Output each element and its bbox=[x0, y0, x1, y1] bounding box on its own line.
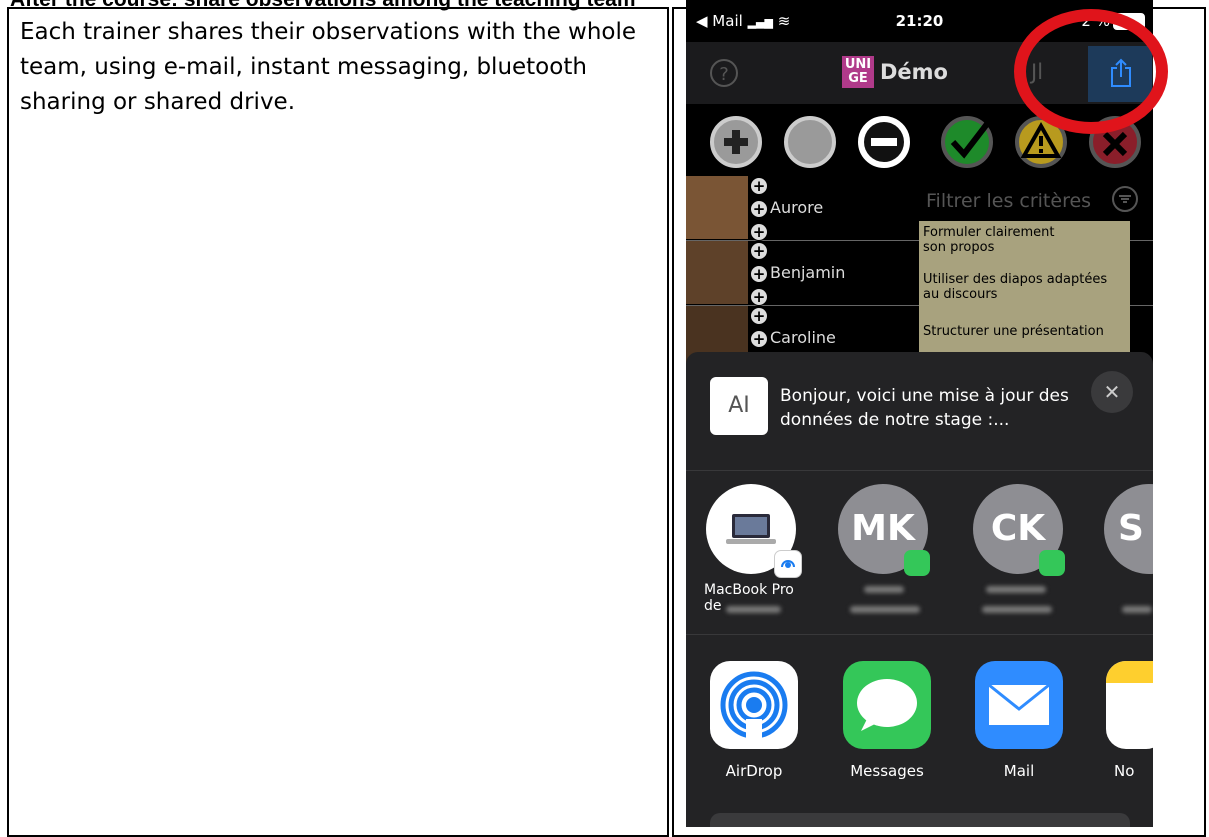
app-label: Mail bbox=[1003, 762, 1035, 780]
plus-icon[interactable]: + bbox=[750, 330, 768, 348]
plus-icon[interactable]: + bbox=[750, 177, 768, 195]
student-name: Caroline bbox=[770, 328, 836, 347]
divider bbox=[686, 634, 1153, 635]
share-sheet: AI Bonjour, voici une mise à jour des do… bbox=[686, 352, 1153, 827]
plus-buttons: + + + bbox=[750, 242, 768, 311]
contact-macbook[interactable] bbox=[706, 484, 802, 578]
airdrop-badge-icon bbox=[774, 550, 802, 578]
redacted-text bbox=[986, 586, 1046, 593]
minus-circle-icon[interactable] bbox=[858, 116, 910, 168]
description-text: Each trainer shares their observations w… bbox=[20, 19, 637, 115]
check-icon[interactable] bbox=[941, 116, 993, 168]
criteria-filter-input[interactable]: Filtrer les critères bbox=[926, 190, 1091, 212]
circle-icon[interactable] bbox=[784, 116, 836, 168]
avatar bbox=[686, 176, 748, 239]
criterion-label[interactable]: Formuler clairement son propos bbox=[923, 225, 1054, 255]
criteria-column: Formuler clairement son propos Utiliser d… bbox=[919, 221, 1130, 356]
plus-icon[interactable]: + bbox=[750, 200, 768, 218]
criterion-label[interactable]: Structurer une présentation bbox=[923, 324, 1104, 339]
app-label: Messages bbox=[850, 762, 924, 780]
messages-app-icon[interactable] bbox=[843, 661, 931, 749]
filter-icon[interactable] bbox=[1112, 186, 1138, 212]
criterion-label[interactable]: Utiliser des diapos adaptées au discours bbox=[923, 272, 1107, 302]
contact-initials: S bbox=[1118, 508, 1144, 549]
plus-icon[interactable]: + bbox=[750, 307, 768, 325]
plus-icon[interactable]: + bbox=[750, 288, 768, 306]
redacted-text bbox=[1122, 606, 1152, 613]
plus-icon[interactable]: + bbox=[750, 242, 768, 260]
text-document-icon: AI bbox=[710, 377, 768, 435]
action-row[interactable] bbox=[710, 813, 1130, 827]
unige-logo: UNI GE bbox=[842, 56, 874, 88]
avatar bbox=[686, 241, 748, 304]
highlight-ring bbox=[1014, 9, 1168, 134]
message-badge-icon bbox=[904, 550, 930, 576]
app-label: No bbox=[1114, 762, 1135, 780]
student-name: Aurore bbox=[770, 198, 824, 217]
redacted-text bbox=[864, 586, 904, 593]
contact-mk[interactable]: MK bbox=[838, 484, 930, 576]
help-icon[interactable]: ? bbox=[710, 59, 738, 87]
divider bbox=[686, 470, 1153, 471]
share-preview-text: Bonjour, voici une mise à jour des donné… bbox=[780, 386, 1069, 430]
plus-circle-icon[interactable] bbox=[710, 116, 762, 168]
airdrop-app-icon[interactable] bbox=[710, 661, 798, 749]
mail-app-icon[interactable] bbox=[975, 661, 1063, 749]
notes-app-icon[interactable] bbox=[1106, 661, 1153, 749]
laptop-icon bbox=[726, 514, 776, 544]
contact-s[interactable]: S bbox=[1104, 484, 1153, 574]
redacted-text bbox=[850, 606, 920, 613]
column-divider bbox=[667, 7, 674, 837]
close-button[interactable]: ✕ bbox=[1091, 371, 1133, 413]
redacted-text bbox=[726, 606, 781, 613]
plus-icon[interactable]: + bbox=[750, 223, 768, 241]
plus-buttons: + + + bbox=[750, 177, 768, 246]
plus-icon[interactable]: + bbox=[750, 265, 768, 283]
app-label: AirDrop bbox=[725, 762, 783, 780]
redacted-text bbox=[982, 606, 1052, 613]
message-badge-icon bbox=[1039, 550, 1065, 576]
student-name: Benjamin bbox=[770, 263, 846, 282]
contact-ck[interactable]: CK bbox=[973, 484, 1065, 576]
page-title: Démo bbox=[880, 60, 948, 84]
